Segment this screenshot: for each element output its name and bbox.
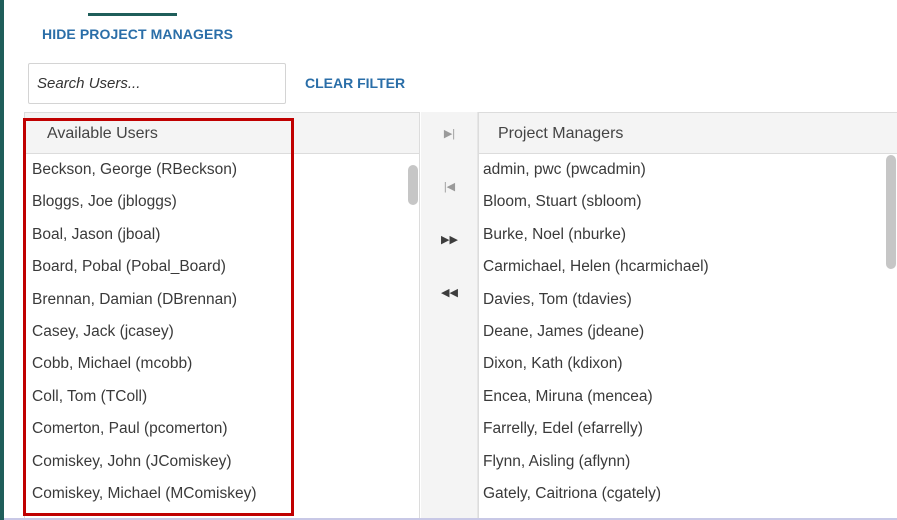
move-selected-left-button[interactable]: |◀ (421, 171, 478, 203)
move-right-icon: ▶| (443, 128, 456, 140)
available-user-item[interactable]: Coll, Tom (TColl) (25, 381, 419, 413)
available-users-items: Beckson, George (RBeckson) Bloggs, Joe (… (25, 154, 419, 510)
available-user-item[interactable]: Comiskey, John (JComiskey) (25, 446, 419, 478)
project-manager-item[interactable]: Deane, James (jdeane) (479, 316, 897, 348)
project-manager-item[interactable]: Bloom, Stuart (sbloom) (479, 186, 897, 218)
search-users-input[interactable] (28, 63, 286, 104)
available-user-item[interactable]: Cobb, Michael (mcobb) (25, 348, 419, 380)
project-manager-item[interactable]: Davies, Tom (tdavies) (479, 284, 897, 316)
available-user-item[interactable]: Boal, Jason (jboal) (25, 219, 419, 251)
available-user-item[interactable]: Beckson, George (RBeckson) (25, 154, 419, 186)
move-left-icon: |◀ (443, 181, 456, 193)
available-user-item[interactable]: Board, Pobal (Pobal_Board) (25, 251, 419, 283)
project-manager-item[interactable]: Gately, Caitriona (cgately) (479, 478, 897, 510)
project-manager-item[interactable]: Dixon, Kath (kdixon) (479, 348, 897, 380)
project-manager-item[interactable]: Flynn, Aisling (aflynn) (479, 446, 897, 478)
move-all-right-icon: ▶▶ (441, 234, 458, 246)
move-all-right-button[interactable]: ▶▶ (421, 224, 478, 256)
move-selected-right-button[interactable]: ▶| (421, 118, 478, 150)
available-users-scrollbar[interactable] (408, 165, 418, 205)
clear-filter-link[interactable]: CLEAR FILTER (305, 75, 405, 91)
available-user-item[interactable]: Comiskey, Michael (MComiskey) (25, 478, 419, 510)
active-tab-indicator (88, 13, 177, 16)
project-manager-item[interactable]: admin, pwc (pwcadmin) (479, 154, 897, 186)
project-managers-header: Project Managers (479, 113, 897, 154)
available-user-item[interactable]: Casey, Jack (jcasey) (25, 316, 419, 348)
move-all-left-button[interactable]: ◀◀ (421, 277, 478, 309)
project-manager-item[interactable]: Burke, Noel (nburke) (479, 219, 897, 251)
project-manager-item[interactable]: Carmichael, Helen (hcarmichael) (479, 251, 897, 283)
project-manager-item[interactable]: Encea, Miruna (mencea) (479, 381, 897, 413)
hide-project-managers-link[interactable]: HIDE PROJECT MANAGERS (42, 26, 233, 42)
project-managers-scrollbar[interactable] (886, 155, 896, 269)
available-user-item[interactable]: Brennan, Damian (DBrennan) (25, 284, 419, 316)
available-users-header: Available Users (25, 113, 419, 154)
project-managers-list[interactable]: Project Managers admin, pwc (pwcadmin) B… (478, 112, 897, 520)
available-user-item[interactable]: Comerton, Paul (pcomerton) (25, 413, 419, 445)
move-all-left-icon: ◀◀ (441, 287, 458, 299)
project-manager-item[interactable]: Farrelly, Edel (efarrelly) (479, 413, 897, 445)
transfer-controls: ▶| |◀ ▶▶ ◀◀ (421, 112, 478, 520)
project-managers-items: admin, pwc (pwcadmin) Bloom, Stuart (sbl… (479, 154, 897, 510)
available-users-list[interactable]: Available Users Beckson, George (RBeckso… (24, 112, 420, 520)
available-user-item[interactable]: Bloggs, Joe (jbloggs) (25, 186, 419, 218)
